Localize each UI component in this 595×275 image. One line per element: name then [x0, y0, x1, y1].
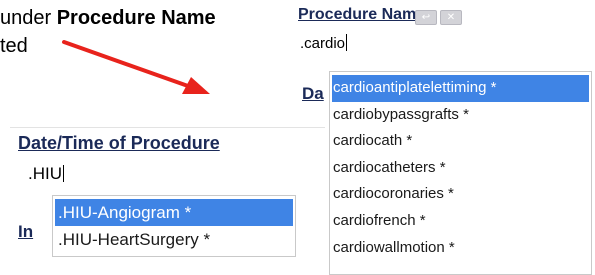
- next-field-label-fragment: Da: [302, 84, 324, 103]
- date-time-suggestions-dropdown[interactable]: .HIU-Angiogram * .HIU-HeartSurgery *: [52, 195, 296, 257]
- list-item[interactable]: cardiobypassgrafts *: [330, 102, 591, 129]
- list-item[interactable]: cardiocoronaries *: [330, 181, 591, 208]
- back-icon[interactable]: ↩: [415, 10, 437, 25]
- list-item[interactable]: cardioantiplatelettiming *: [332, 75, 589, 102]
- date-time-of-procedure-label: Date/Time of Procedure: [18, 133, 220, 153]
- list-item[interactable]: cardiocatheters *: [330, 155, 591, 182]
- text-caret: [63, 165, 64, 182]
- list-item[interactable]: cardiocath *: [330, 128, 591, 155]
- next-field-label-fragment: In: [18, 222, 34, 241]
- procedure-suggestions-dropdown[interactable]: cardioantiplatelettiming * cardiobypassg…: [329, 71, 592, 275]
- list-item[interactable]: cardiofrench *: [330, 208, 591, 235]
- procedure-name-label: Procedure Name: [298, 6, 426, 23]
- procedure-name-input-value: .cardio: [300, 35, 346, 52]
- list-item[interactable]: .HIU-HeartSurgery *: [55, 226, 293, 253]
- text-caret: [346, 34, 348, 51]
- list-item[interactable]: cardiowallmotion *: [330, 235, 591, 262]
- procedure-name-input[interactable]: .cardio: [300, 34, 348, 52]
- caption-bold-term: Procedure Name: [56, 7, 216, 29]
- date-time-input[interactable]: .HIU: [28, 164, 64, 184]
- caption-prefix: under: [0, 7, 57, 29]
- list-item[interactable]: .HIU-Angiogram *: [55, 199, 293, 226]
- date-time-input-value: .HIU: [28, 164, 62, 183]
- caption-line-1: under Procedure Name: [0, 4, 216, 32]
- red-arrow-icon: [62, 40, 210, 94]
- panel-divider: [10, 127, 325, 128]
- clear-icon[interactable]: ✕: [440, 10, 462, 25]
